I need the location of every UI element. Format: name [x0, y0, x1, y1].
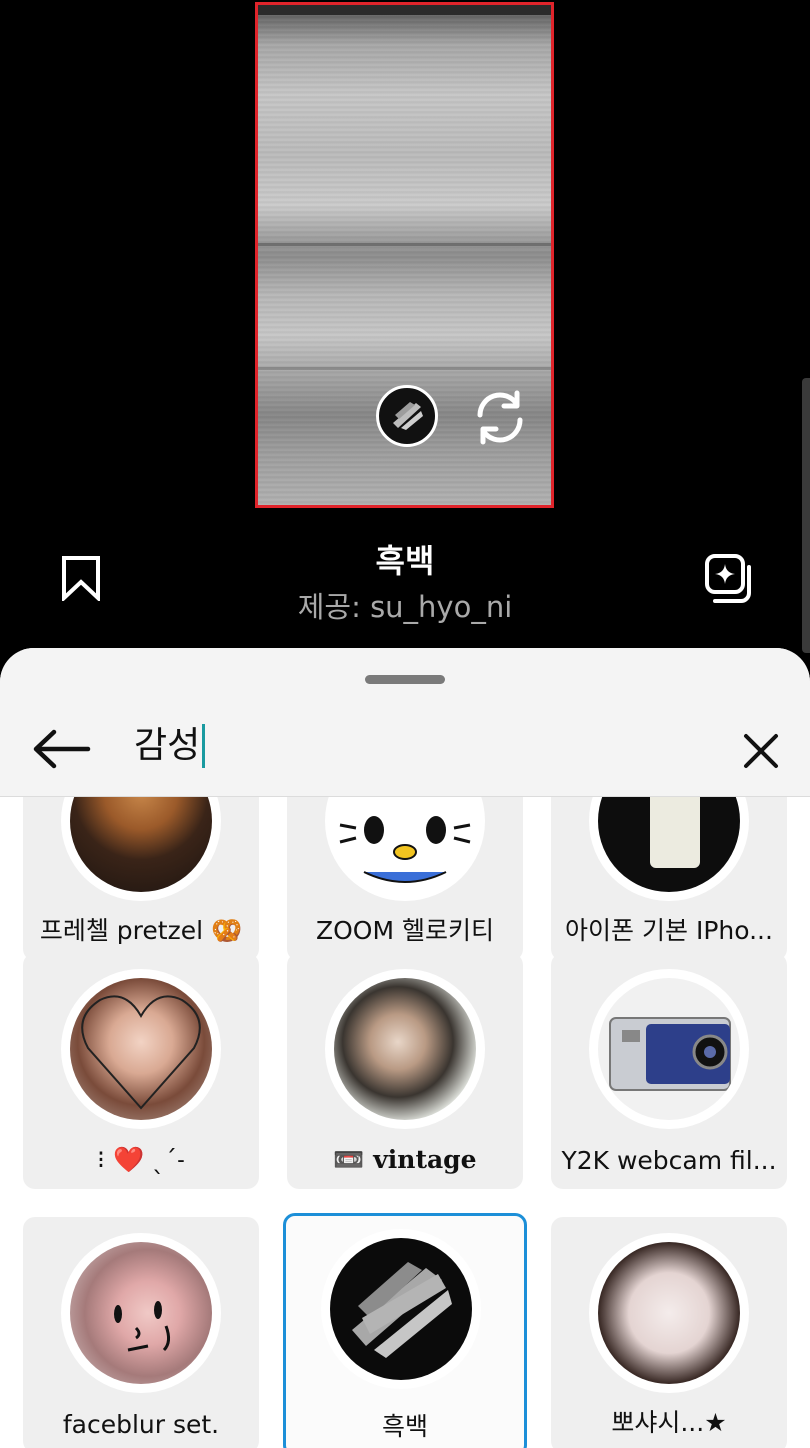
- effect-thumbnail: [61, 797, 221, 901]
- search-query: 감성: [134, 725, 201, 766]
- effects-search-sheet: 감성 프레첼 pretzel 🥨 ZOOM 헬로키티 아이폰 기본 IPho..…: [0, 648, 810, 1448]
- effect-card[interactable]: 프레첼 pretzel 🥨: [23, 797, 259, 961]
- effects-grid: 프레첼 pretzel 🥨 ZOOM 헬로키티 아이폰 기본 IPho... ⁝…: [0, 797, 810, 1448]
- active-effect-button[interactable]: [376, 385, 438, 447]
- effect-thumbnail: [589, 969, 749, 1129]
- preview-texture: [258, 367, 551, 370]
- effect-label: ⁝ ❤️ ˎˊ˗: [97, 1145, 185, 1174]
- sheet-header: 감성: [0, 648, 810, 797]
- effect-card[interactable]: 뽀샤시...★: [551, 1217, 787, 1448]
- camera-preview[interactable]: [255, 2, 554, 508]
- effect-label: 📼 vintage: [333, 1145, 477, 1174]
- effect-card[interactable]: ⁝ ❤️ ˎˊ˗: [23, 953, 259, 1189]
- effect-label: 흑백: [381, 1412, 428, 1441]
- effect-thumbnail: [321, 1229, 481, 1389]
- effect-thumbnail: [61, 1233, 221, 1393]
- camera-thumbnail-icon: [609, 1017, 731, 1091]
- effect-label: ZOOM 헬로키티: [316, 916, 494, 945]
- hello-kitty-face-icon: [339, 816, 471, 883]
- close-icon[interactable]: [742, 732, 780, 770]
- effect-card[interactable]: 📼 vintage: [287, 953, 523, 1189]
- heart-frame-icon: [81, 995, 201, 1110]
- effect-thumbnail: [589, 797, 749, 901]
- effect-card[interactable]: 아이폰 기본 IPho...: [551, 797, 787, 961]
- search-input[interactable]: 감성: [134, 720, 206, 772]
- add-to-story-icon[interactable]: [702, 553, 754, 603]
- effect-label: 뽀샤시...★: [611, 1408, 727, 1437]
- effect-card[interactable]: Y2K webcam fil...: [551, 953, 787, 1189]
- effect-label: 프레첼 pretzel 🥨: [39, 916, 243, 945]
- preview-top-edge: [258, 5, 551, 15]
- effect-credit[interactable]: 제공: su_hyo_ni: [0, 584, 810, 626]
- effect-label: faceblur set.: [62, 1410, 220, 1439]
- doodle-face-icon: [114, 1301, 171, 1352]
- brush-stroke-icon: [352, 1262, 452, 1358]
- effect-thumbnail: [61, 969, 221, 1129]
- effect-card[interactable]: faceblur set.: [23, 1217, 259, 1448]
- effect-card-selected[interactable]: 흑백: [283, 1213, 527, 1448]
- effect-title: 흑백: [375, 542, 435, 580]
- effect-thumbnail: [589, 1233, 749, 1393]
- effect-label: 아이폰 기본 IPho...: [565, 916, 773, 945]
- back-arrow-icon[interactable]: [30, 726, 94, 772]
- brush-stroke-icon: [393, 402, 423, 430]
- effect-thumbnail: [325, 797, 485, 901]
- effect-label: Y2K webcam fil...: [561, 1146, 777, 1175]
- effect-thumbnail: [325, 969, 485, 1129]
- drag-handle[interactable]: [365, 675, 445, 684]
- preview-texture: [258, 243, 551, 246]
- text-caret: [202, 724, 206, 768]
- effect-card[interactable]: ZOOM 헬로키티: [287, 797, 523, 961]
- flip-camera-icon[interactable]: [470, 387, 530, 447]
